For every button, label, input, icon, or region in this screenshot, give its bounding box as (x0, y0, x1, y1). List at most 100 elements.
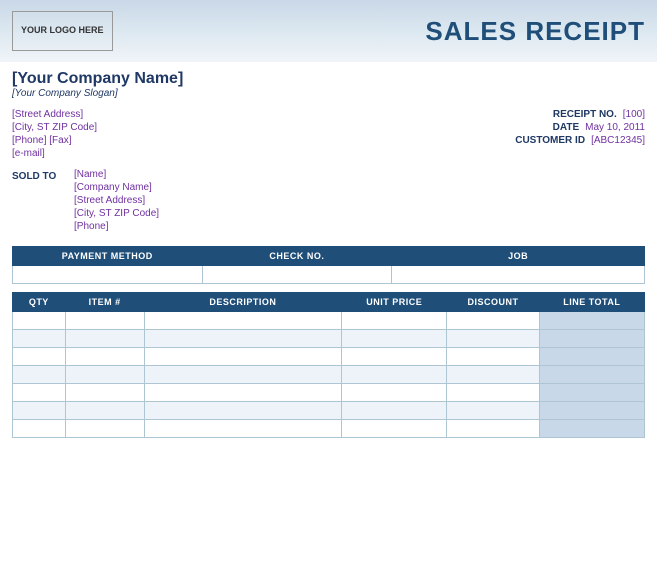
sold-to-label: SOLD TO (12, 169, 62, 232)
discount-cell (447, 348, 539, 366)
item-num-cell (65, 330, 144, 348)
customer-id-row: CUSTOMER ID [ABC12345] (495, 135, 645, 146)
info-section: [Street Address] [City, ST ZIP Code] [Ph… (0, 103, 657, 165)
header-band: YOUR LOGO HERE SALES RECEIPT (0, 0, 657, 62)
items-row (13, 402, 645, 420)
right-info: RECEIPT NO. [100] DATE May 10, 2011 CUST… (489, 109, 645, 159)
item-num-cell (65, 402, 144, 420)
discount-cell (447, 420, 539, 438)
item-num-cell (65, 312, 144, 330)
check-no-header: CHECK NO. (202, 247, 392, 266)
logo-box: YOUR LOGO HERE (12, 11, 113, 51)
items-row (13, 384, 645, 402)
company-slogan: [Your Company Slogan] (12, 88, 645, 99)
description-cell (144, 402, 342, 420)
payment-row (13, 266, 645, 284)
line-total-cell (539, 420, 644, 438)
items-header-row: QTY ITEM # DESCRIPTION UNIT PRICE DISCOU… (13, 293, 645, 312)
item-num-header: ITEM # (65, 293, 144, 312)
item-num-cell (65, 384, 144, 402)
customer-id-label: CUSTOMER ID (495, 135, 585, 146)
line-total-cell (539, 312, 644, 330)
discount-cell (447, 384, 539, 402)
check-no-cell (202, 266, 392, 284)
address-city-row: [City, ST ZIP Code] (12, 122, 97, 133)
items-row (13, 366, 645, 384)
unit-price-cell (342, 402, 447, 420)
item-num-cell (65, 366, 144, 384)
sold-to-street: [Street Address] (74, 195, 159, 206)
items-row (13, 420, 645, 438)
qty-cell (13, 420, 66, 438)
description-cell (144, 384, 342, 402)
receipt-title: SALES RECEIPT (425, 16, 645, 47)
receipt-no-row: RECEIPT NO. [100] (527, 109, 645, 120)
line-total-header: LINE TOTAL (539, 293, 644, 312)
qty-cell (13, 402, 66, 420)
job-header: JOB (392, 247, 645, 266)
payment-method-header: PAYMENT METHOD (13, 247, 203, 266)
unit-price-header: UNIT PRICE (342, 293, 447, 312)
company-section: [Your Company Name] [Your Company Slogan… (0, 62, 657, 103)
logo-text: YOUR LOGO HERE (21, 25, 104, 37)
qty-header: QTY (13, 293, 66, 312)
address-email-row: [e-mail] (12, 148, 97, 159)
sold-to-city: [City, ST ZIP Code] (74, 208, 159, 219)
payment-table: PAYMENT METHOD CHECK NO. JOB (12, 246, 645, 284)
discount-cell (447, 402, 539, 420)
qty-cell (13, 348, 66, 366)
payment-header-row: PAYMENT METHOD CHECK NO. JOB (13, 247, 645, 266)
left-info: [Street Address] [City, ST ZIP Code] [Ph… (12, 109, 97, 159)
items-row (13, 348, 645, 366)
address-email: [e-mail] (12, 148, 45, 159)
unit-price-cell (342, 384, 447, 402)
unit-price-cell (342, 366, 447, 384)
sold-to-section: SOLD TO [Name] [Company Name] [Street Ad… (0, 165, 657, 240)
items-row (13, 312, 645, 330)
line-total-cell (539, 366, 644, 384)
date-row: DATE May 10, 2011 (489, 122, 645, 133)
sold-to-company: [Company Name] (74, 182, 159, 193)
unit-price-cell (342, 420, 447, 438)
sold-to-fields: [Name] [Company Name] [Street Address] [… (74, 169, 159, 232)
qty-cell (13, 312, 66, 330)
line-total-cell (539, 384, 644, 402)
date-value: May 10, 2011 (585, 122, 645, 133)
qty-cell (13, 384, 66, 402)
line-total-cell (539, 348, 644, 366)
unit-price-cell (342, 330, 447, 348)
company-name: [Your Company Name] (12, 70, 645, 88)
sold-to-name: [Name] (74, 169, 159, 180)
job-cell (392, 266, 645, 284)
discount-cell (447, 366, 539, 384)
customer-id-value: [ABC12345] (591, 135, 645, 146)
discount-header: DISCOUNT (447, 293, 539, 312)
items-table: QTY ITEM # DESCRIPTION UNIT PRICE DISCOU… (12, 292, 645, 438)
line-total-cell (539, 330, 644, 348)
line-total-cell (539, 402, 644, 420)
description-cell (144, 330, 342, 348)
discount-cell (447, 330, 539, 348)
receipt-no-label: RECEIPT NO. (527, 109, 617, 120)
description-cell (144, 348, 342, 366)
description-header: DESCRIPTION (144, 293, 342, 312)
description-cell (144, 366, 342, 384)
receipt-no-value: [100] (623, 109, 645, 120)
date-label: DATE (489, 122, 579, 133)
unit-price-cell (342, 312, 447, 330)
address-street-row: [Street Address] (12, 109, 97, 120)
address-phone-row: [Phone] [Fax] (12, 135, 97, 146)
item-num-cell (65, 420, 144, 438)
qty-cell (13, 366, 66, 384)
description-cell (144, 312, 342, 330)
description-cell (144, 420, 342, 438)
payment-method-cell (13, 266, 203, 284)
items-row (13, 330, 645, 348)
sold-to-phone: [Phone] (74, 221, 159, 232)
unit-price-cell (342, 348, 447, 366)
address-street: [Street Address] (12, 109, 83, 120)
discount-cell (447, 312, 539, 330)
item-num-cell (65, 348, 144, 366)
address-phone: [Phone] [Fax] (12, 135, 71, 146)
address-city: [City, ST ZIP Code] (12, 122, 97, 133)
